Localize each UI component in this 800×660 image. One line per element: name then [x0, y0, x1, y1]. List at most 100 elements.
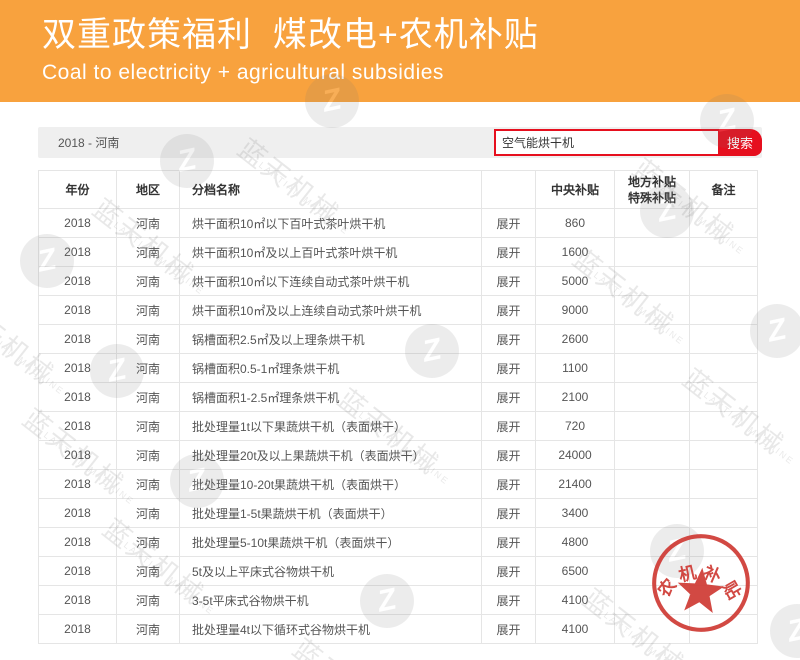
cell-expand: 展开: [482, 296, 536, 325]
table-header: 年份 地区 分档名称 中央补贴 地方补贴 特殊补贴 备注: [39, 171, 758, 209]
cell-region: 河南: [117, 325, 180, 354]
expand-link[interactable]: 展开: [496, 536, 520, 550]
cell-year: 2018: [39, 238, 117, 267]
cell-central-subsidy: 4100: [536, 586, 615, 615]
cell-central-subsidy: 21400: [536, 470, 615, 499]
cell-expand: 展开: [482, 209, 536, 238]
expand-link[interactable]: 展开: [496, 391, 520, 405]
cell-note: [690, 383, 758, 412]
search-box: 搜索: [494, 129, 762, 156]
cell-central-subsidy: 4100: [536, 615, 615, 644]
expand-link[interactable]: 展开: [496, 333, 520, 347]
cell-category: 锅槽面积1-2.5㎡理条烘干机: [180, 383, 482, 412]
subsidy-stamp: 农机补贴: [640, 522, 761, 643]
cell-year: 2018: [39, 383, 117, 412]
cell-year: 2018: [39, 267, 117, 296]
banner-title: 双重政策福利 煤改电+农机补贴: [42, 12, 800, 58]
cell-local-subsidy: [615, 238, 690, 267]
cell-region: 河南: [117, 586, 180, 615]
cell-region: 河南: [117, 412, 180, 441]
cell-category: 锅槽面积0.5-1㎡理条烘干机: [180, 354, 482, 383]
cell-year: 2018: [39, 586, 117, 615]
table-row: 2018 河南 批处理量1t以下果蔬烘干机（表面烘干） 展开 720: [39, 412, 758, 441]
cell-category: 烘干面积10㎡以下百叶式茶叶烘干机: [180, 209, 482, 238]
search-button[interactable]: 搜索: [718, 131, 762, 154]
header-local-line2: 特殊补贴: [615, 190, 689, 206]
table-row: 2018 河南 批处理量10-20t果蔬烘干机（表面烘干） 展开 21400: [39, 470, 758, 499]
cell-local-subsidy: [615, 412, 690, 441]
cell-note: [690, 267, 758, 296]
table-row: 2018 河南 烘干面积10㎡以下百叶式茶叶烘干机 展开 860: [39, 209, 758, 238]
cell-note: [690, 325, 758, 354]
cell-note: [690, 354, 758, 383]
header-category: 分档名称: [180, 171, 482, 209]
cell-category: 批处理量5-10t果蔬烘干机（表面烘干）: [180, 528, 482, 557]
expand-link[interactable]: 展开: [496, 304, 520, 318]
cell-local-subsidy: [615, 354, 690, 383]
page: 双重政策福利 煤改电+农机补贴 Coal to electricity + ag…: [0, 0, 800, 660]
cell-note: [690, 238, 758, 267]
cell-note: [690, 441, 758, 470]
cell-expand: 展开: [482, 557, 536, 586]
cell-local-subsidy: [615, 325, 690, 354]
cell-category: 烘干面积10㎡及以上连续自动式茶叶烘干机: [180, 296, 482, 325]
cell-expand: 展开: [482, 238, 536, 267]
cell-central-subsidy: 720: [536, 412, 615, 441]
cell-category: 3-5t平床式谷物烘干机: [180, 586, 482, 615]
cell-year: 2018: [39, 412, 117, 441]
cell-local-subsidy: [615, 296, 690, 325]
cell-note: [690, 470, 758, 499]
table-row: 2018 河南 烘干面积10㎡及以上百叶式茶叶烘干机 展开 1600: [39, 238, 758, 267]
cell-local-subsidy: [615, 470, 690, 499]
header-local-subsidy: 地方补贴 特殊补贴: [615, 171, 690, 209]
cell-year: 2018: [39, 470, 117, 499]
cell-region: 河南: [117, 557, 180, 586]
cell-note: [690, 412, 758, 441]
header-expand: [482, 171, 536, 209]
expand-link[interactable]: 展开: [496, 594, 520, 608]
banner-subtitle: Coal to electricity + agricultural subsi…: [42, 58, 800, 88]
cell-local-subsidy: [615, 383, 690, 412]
expand-link[interactable]: 展开: [496, 420, 520, 434]
cell-expand: 展开: [482, 412, 536, 441]
cell-year: 2018: [39, 296, 117, 325]
toolbar: 2018 - 河南 搜索: [38, 127, 762, 158]
cell-region: 河南: [117, 383, 180, 412]
cell-region: 河南: [117, 354, 180, 383]
header-central-subsidy: 中央补贴: [536, 171, 615, 209]
expand-link[interactable]: 展开: [496, 246, 520, 260]
cell-expand: 展开: [482, 354, 536, 383]
cell-local-subsidy: [615, 209, 690, 238]
cell-central-subsidy: 1600: [536, 238, 615, 267]
header-region: 地区: [117, 171, 180, 209]
table-row: 2018 河南 烘干面积10㎡以下连续自动式茶叶烘干机 展开 5000: [39, 267, 758, 296]
cell-central-subsidy: 5000: [536, 267, 615, 296]
search-input[interactable]: [496, 131, 718, 154]
cell-central-subsidy: 24000: [536, 441, 615, 470]
expand-link[interactable]: 展开: [496, 507, 520, 521]
cell-expand: 展开: [482, 267, 536, 296]
cell-region: 河南: [117, 470, 180, 499]
expand-link[interactable]: 展开: [496, 449, 520, 463]
cell-central-subsidy: 2600: [536, 325, 615, 354]
header-year: 年份: [39, 171, 117, 209]
cell-category: 批处理量10-20t果蔬烘干机（表面烘干）: [180, 470, 482, 499]
cell-category: 批处理量4t以下循环式谷物烘干机: [180, 615, 482, 644]
cell-category: 烘干面积10㎡及以上百叶式茶叶烘干机: [180, 238, 482, 267]
cell-region: 河南: [117, 499, 180, 528]
cell-category: 烘干面积10㎡以下连续自动式茶叶烘干机: [180, 267, 482, 296]
cell-year: 2018: [39, 209, 117, 238]
cell-category: 锅槽面积2.5㎡及以上理条烘干机: [180, 325, 482, 354]
expand-link[interactable]: 展开: [496, 478, 520, 492]
cell-region: 河南: [117, 528, 180, 557]
expand-link[interactable]: 展开: [496, 217, 520, 231]
expand-link[interactable]: 展开: [496, 275, 520, 289]
cell-year: 2018: [39, 441, 117, 470]
cell-central-subsidy: 9000: [536, 296, 615, 325]
cell-year: 2018: [39, 354, 117, 383]
cell-region: 河南: [117, 615, 180, 644]
cell-category: 5t及以上平床式谷物烘干机: [180, 557, 482, 586]
expand-link[interactable]: 展开: [496, 362, 520, 376]
expand-link[interactable]: 展开: [496, 623, 520, 637]
expand-link[interactable]: 展开: [496, 565, 520, 579]
